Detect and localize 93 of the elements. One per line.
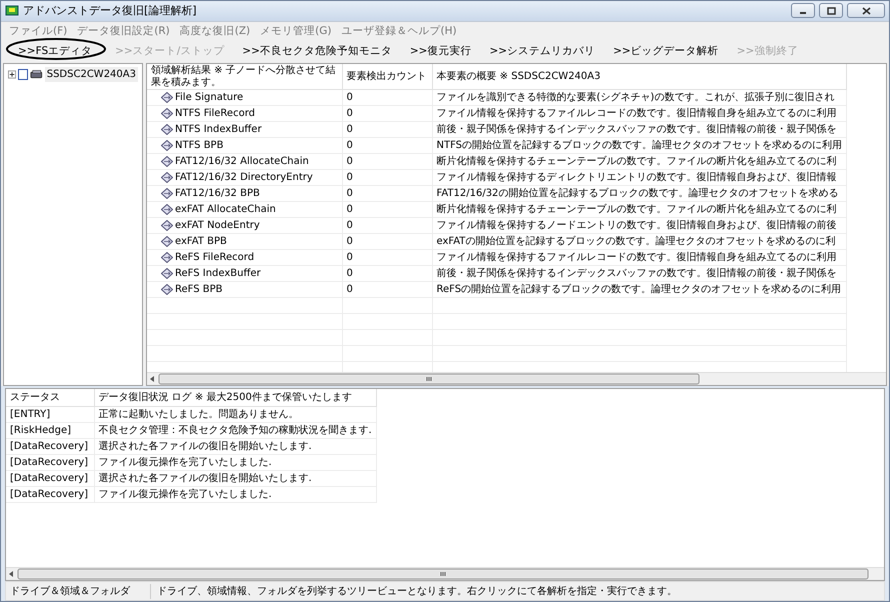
table-cell-text: FAT12/16/32 BPB <box>175 187 260 202</box>
status-text: ドライブ＆領域＆フォルダ <box>6 584 151 599</box>
table-cell: 不良セクタ管理：不良セクタ危険予知の稼動状況を聞きます. <box>94 422 376 439</box>
horizontal-scrollbar[interactable] <box>147 372 886 386</box>
table-cell: ファイル情報を保持するファイルレコードの数です。復旧情報自身を組み立てるのに利用 <box>432 106 847 122</box>
table-cell-text: ReFS FileRecord <box>175 251 254 266</box>
table-cell: ファイル復元操作を完了いたしました. <box>94 454 376 471</box>
toolbar-button[interactable]: >>不良セクタ危険予知モニタ <box>233 43 401 62</box>
table-cell: FAT12/16/32の開始位置を記録するブロックの数です。論理セクタのオフセットを求める <box>432 186 847 202</box>
diamond-icon <box>161 140 173 152</box>
diamond-icon <box>161 124 173 136</box>
maximize-button[interactable] <box>819 3 843 18</box>
table-cell: 0 <box>342 170 432 186</box>
table-cell: 0 <box>342 266 432 282</box>
table-cell: 断片化情報を保持するチェーンテーブルの数です。ファイルの断片化を組み立てるのに利 <box>432 202 847 218</box>
toolbar-button[interactable]: >>ビッグデータ解析 <box>604 43 728 62</box>
table-cell: 0 <box>342 250 432 266</box>
table-cell: 前後・親子関係を保持するインデックスバッファの数です。復旧情報の前後・親子関係を <box>432 122 847 138</box>
window-title: アドバンストデータ復旧[論理解析] <box>23 2 197 19</box>
table-cell: 0 <box>342 218 432 234</box>
close-icon[interactable] <box>862 6 870 15</box>
table-cell-text: exFAT BPB <box>175 235 227 250</box>
diamond-icon <box>161 252 173 264</box>
table-cell: ファイルを識別できる特徴的な要素(シグネチャ)の数です。これが、拡張子別に復旧され <box>432 90 847 106</box>
table-cell: ファイル情報を保持するファイルレコードの数です。復旧情報自身を組み立てるのに利用 <box>432 250 847 266</box>
diamond-icon <box>161 236 173 248</box>
drive-icon <box>30 69 43 80</box>
app-icon <box>5 4 19 17</box>
table-cell-text: File Signature <box>175 91 244 106</box>
table-cell-text: ReFS BPB <box>175 283 223 298</box>
table-cell: 前後・親子関係を保持するインデックスバッファの数です。復旧情報の前後・親子関係を <box>432 266 847 282</box>
table-cell: 0 <box>342 234 432 250</box>
table-cell: [DataRecovery] <box>6 470 94 487</box>
column-header[interactable]: 要素検出カウント <box>342 64 432 90</box>
column-header[interactable]: データ復旧状況 ログ ※ 最大2500件まで保管いたします <box>94 389 376 407</box>
table-cell: 0 <box>342 106 432 122</box>
table-cell: 断片化情報を保持するチェーンテーブルの数です。ファイルの断片化を組み立てるのに利 <box>432 154 847 170</box>
close-button[interactable] <box>847 3 885 18</box>
menu-item[interactable]: ユーザ登録＆ヘルプ(H) <box>341 24 457 40</box>
table-cell-text: exFAT AllocateChain <box>175 203 276 218</box>
column-header[interactable]: ステータス <box>6 389 94 407</box>
table-cell-text: FAT12/16/32 DirectoryEntry <box>175 171 313 186</box>
table-cell: 0 <box>342 154 432 170</box>
table-cell: ファイル復元操作を完了いたしました. <box>94 486 376 503</box>
table-cell: 選択された各ファイルの復旧を開始いたします. <box>94 470 376 487</box>
table-cell: [DataRecovery] <box>6 438 94 455</box>
table-cell-text: NTFS FileRecord <box>175 107 255 122</box>
diamond-icon <box>161 220 173 232</box>
column-header[interactable]: 領域解析結果 ※ 子ノードへ分散させて結果を積みます。 <box>147 64 342 90</box>
menu-item[interactable]: メモリ管理(G) <box>260 24 332 40</box>
maximize-icon[interactable] <box>826 6 836 15</box>
diamond-icon <box>161 108 173 120</box>
diamond-icon <box>161 204 173 216</box>
table-cell-text: exFAT NodeEntry <box>175 219 260 234</box>
table-cell: [DataRecovery] <box>6 486 94 503</box>
menu-item[interactable]: ファイル(F) <box>9 24 68 40</box>
menu-item[interactable]: データ復旧設定(R) <box>77 24 170 40</box>
diamond-icon <box>161 188 173 200</box>
table-cell: exFATの開始位置を記録するブロックの数です。論理セクタのオフセットを求めるのに利 <box>432 234 847 250</box>
table-cell: ファイル情報を保持するノードエントリの数です。復旧情報自身および、復旧情報の前後 <box>432 218 847 234</box>
table-cell: 0 <box>342 90 432 106</box>
diamond-icon <box>161 284 173 296</box>
table-cell: [RiskHedge] <box>6 422 94 439</box>
menu-item[interactable]: 高度な復旧(Z) <box>180 24 250 40</box>
column-header[interactable]: 本要素の概要 ※ SSDSC2CW240A3 <box>432 64 847 90</box>
diamond-icon <box>161 92 173 104</box>
expander-icon[interactable] <box>8 70 16 80</box>
table-cell: NTFSの開始位置を記録するブロックの数です。論理セクタのオフセットを求めるのに利用 <box>432 138 847 154</box>
tree-item[interactable]: SSDSC2CW240A3 <box>44 67 138 82</box>
checkbox[interactable] <box>18 69 28 80</box>
table-cell: 0 <box>342 186 432 202</box>
table-cell: 0 <box>342 202 432 218</box>
horizontal-scrollbar[interactable] <box>6 567 884 580</box>
toolbar-button[interactable]: >>システムリカバリ <box>480 43 604 62</box>
table-cell-text: NTFS BPB <box>175 139 224 154</box>
table-cell: 0 <box>342 138 432 154</box>
table-cell-text: NTFS IndexBuffer <box>175 123 262 138</box>
table-cell: 0 <box>342 282 432 298</box>
table-cell: ReFSの開始位置を記録するブロックの数です。論理セクタのオフセットを求めるのに利用 <box>432 282 847 298</box>
table-cell: ファイル情報を保持するディレクトリエントリの数です。復旧情報自身および、復旧情報 <box>432 170 847 186</box>
table-cell: 正常に起動いたしました。問題ありません。 <box>94 406 376 423</box>
diamond-icon <box>161 156 173 168</box>
table-cell-text: FAT12/16/32 AllocateChain <box>175 155 309 170</box>
table-cell-text: ReFS IndexBuffer <box>175 267 261 282</box>
status-text: ドライブ、領域情報、フォルダを列挙するツリービューとなります。右クリックにて各解析を指定・実行できます。 <box>156 584 678 599</box>
table-cell: [ENTRY] <box>6 406 94 423</box>
toolbar-button[interactable]: >>復元実行 <box>400 43 480 62</box>
table-cell: 選択された各ファイルの復旧を開始いたします. <box>94 438 376 455</box>
diamond-icon <box>161 268 173 280</box>
table-cell: 0 <box>342 122 432 138</box>
diamond-icon <box>161 172 173 184</box>
minimize-button[interactable] <box>791 3 815 18</box>
table-cell: [DataRecovery] <box>6 454 94 471</box>
